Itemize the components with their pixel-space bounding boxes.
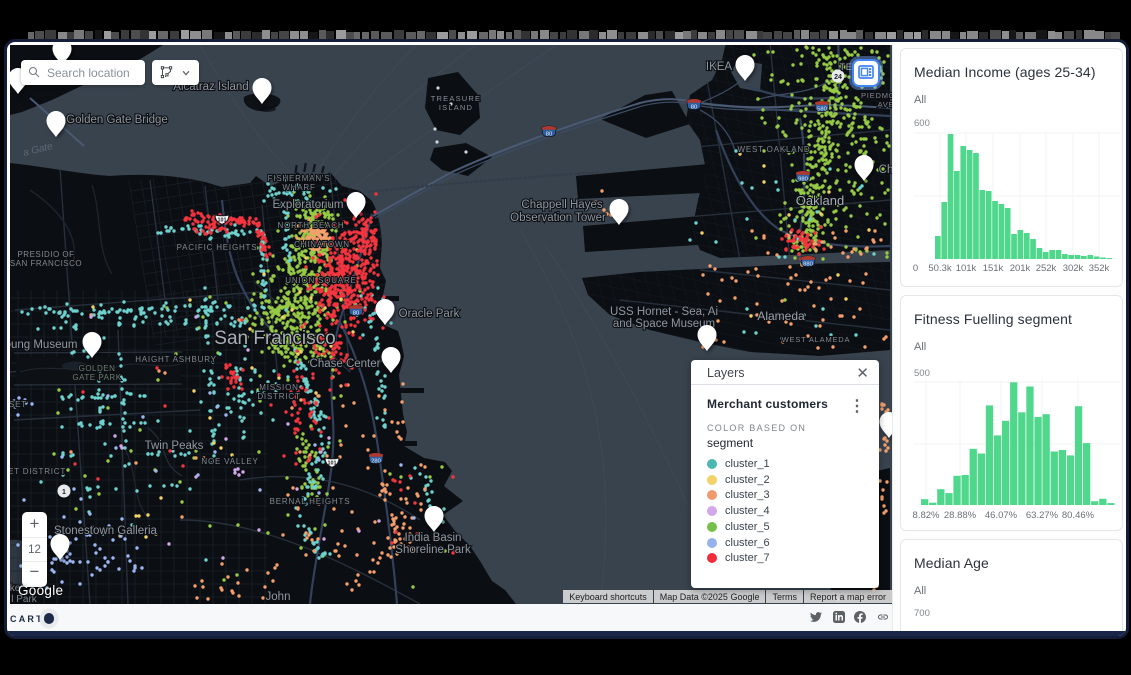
svg-text:DISTRICT: DISTRICT (257, 392, 300, 401)
svg-text:FISHERMAN'S: FISHERMAN'S (268, 174, 331, 183)
svg-text:Ch: Ch (879, 164, 892, 176)
svg-text:50.3k: 50.3k (928, 263, 951, 274)
svg-text:CHINATOWN: CHINATOWN (294, 240, 350, 249)
svg-text:SET DISTRICT: SET DISTRICT (10, 467, 66, 476)
svg-text:Oakland: Oakland (796, 193, 844, 208)
svg-text:oung Museum: oung Museum (10, 339, 77, 351)
svg-text:PRESIDIO OF: PRESIDIO OF (17, 250, 74, 259)
svg-text:SAN FRANCISCO: SAN FRANCISCO (10, 259, 82, 268)
svg-text:TE: TE (839, 62, 852, 72)
svg-text:San Francisco: San Francisco (214, 328, 335, 349)
svg-text:Observation Tower: Observation Tower (510, 212, 606, 224)
svg-text:WEST ALAMEDA: WEST ALAMEDA (782, 335, 851, 344)
svg-text:and Space Museum: and Space Museum (613, 318, 715, 330)
svg-text:252k: 252k (1036, 263, 1057, 274)
svg-text:201k: 201k (1010, 263, 1031, 274)
svg-text:John: John (266, 591, 291, 603)
svg-text:101: 101 (328, 461, 337, 467)
svg-text:India Basin: India Basin (405, 532, 462, 544)
svg-text:BERNAL HEIGHTS: BERNAL HEIGHTS (270, 497, 351, 506)
svg-text:46.07%: 46.07% (985, 510, 1018, 521)
svg-text:80: 80 (691, 104, 697, 110)
svg-text:280: 280 (371, 458, 381, 464)
svg-text:NORTH BEACH: NORTH BEACH (278, 221, 345, 230)
svg-text:24: 24 (834, 74, 842, 81)
svg-text:UNION SQUARE: UNION SQUARE (285, 276, 356, 285)
svg-text:Oracle Park: Oracle Park (399, 308, 460, 320)
svg-text:80.46%: 80.46% (1062, 510, 1095, 521)
svg-text:SET: SET (10, 400, 27, 409)
svg-text:MISSION: MISSION (259, 383, 298, 392)
svg-text:Shoreline Park: Shoreline Park (395, 544, 471, 556)
svg-text:Alameda: Alameda (757, 309, 805, 323)
svg-text:AVE: AVE (878, 100, 892, 109)
svg-text:Chappell Hayes: Chappell Hayes (521, 199, 602, 211)
svg-text:101k: 101k (956, 263, 977, 274)
svg-text:Stonestown Galleria: Stonestown Galleria (54, 525, 158, 537)
svg-text:PIEDMONT: PIEDMONT (861, 91, 892, 100)
svg-text:580: 580 (817, 106, 827, 112)
svg-text:600: 600 (914, 118, 930, 129)
svg-text:ISLAND: ISLAND (439, 103, 473, 112)
svg-text:NOE VALLEY: NOE VALLEY (201, 457, 258, 466)
svg-text:151k: 151k (983, 263, 1004, 274)
svg-text:Golden Gate Bridge: Golden Gate Bridge (66, 114, 168, 126)
svg-text:101: 101 (218, 218, 227, 224)
svg-text:TREASURE: TREASURE (431, 94, 481, 103)
svg-text:Exploratorium: Exploratorium (273, 199, 344, 211)
svg-text:HAIGHT ASHBURY: HAIGHT ASHBURY (135, 355, 217, 364)
svg-text:80: 80 (546, 131, 552, 137)
svg-text:PACIFIC HEIGHTS: PACIFIC HEIGHTS (177, 243, 258, 252)
svg-text:8.82%: 8.82% (913, 510, 940, 521)
svg-text:WEST OAKLAND: WEST OAKLAND (737, 145, 810, 154)
svg-text:GOLDEN: GOLDEN (79, 364, 116, 373)
svg-text:GATE PARK: GATE PARK (72, 373, 121, 382)
svg-text:880: 880 (803, 261, 813, 267)
svg-text:980: 980 (798, 176, 808, 182)
svg-text:500: 500 (914, 368, 930, 379)
svg-text:352k: 352k (1089, 263, 1110, 274)
svg-text:USS Hornet - Sea, Ai: USS Hornet - Sea, Ai (610, 306, 718, 318)
svg-text:28.88%: 28.88% (944, 510, 977, 521)
svg-text:Chase Center: Chase Center (310, 358, 381, 370)
svg-text:Twin Peaks: Twin Peaks (145, 440, 204, 452)
svg-text:IKEA: IKEA (706, 61, 733, 73)
svg-text:1: 1 (62, 489, 66, 496)
svg-text:302k: 302k (1063, 263, 1084, 274)
svg-text:0: 0 (913, 263, 918, 274)
svg-text:80: 80 (353, 310, 359, 316)
svg-text:63.27%: 63.27% (1026, 510, 1059, 521)
svg-text:WHARF: WHARF (282, 183, 315, 192)
